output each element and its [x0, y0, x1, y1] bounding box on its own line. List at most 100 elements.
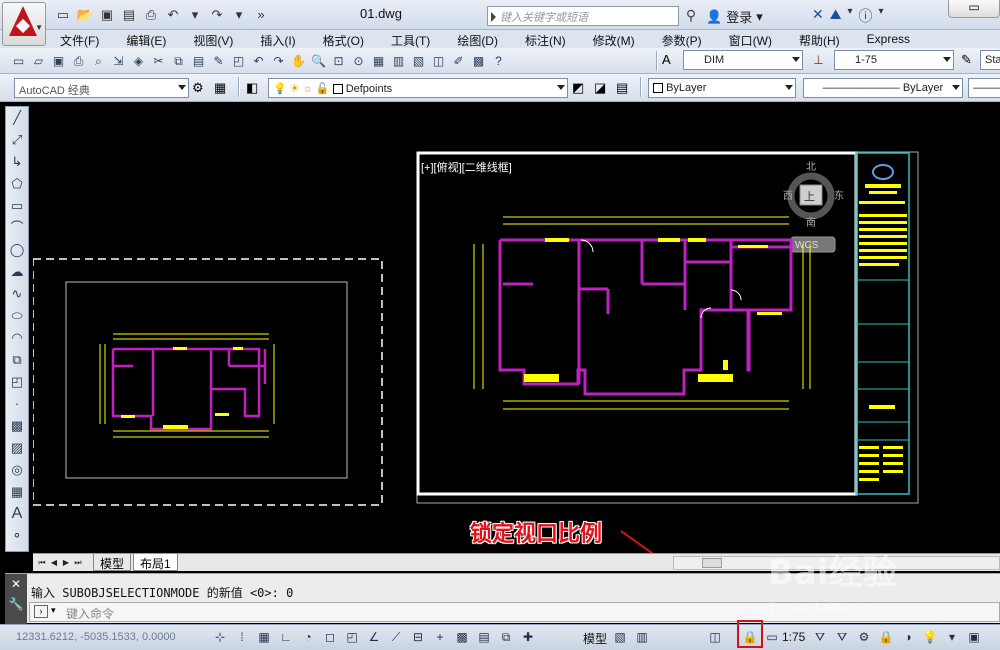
design-center-icon[interactable]: ▥ [390, 52, 407, 69]
first-tab-icon[interactable]: ⏮ [36, 556, 48, 569]
help-icon[interactable]: ⓘ [859, 6, 873, 26]
undo-dropdown-icon[interactable]: ▾ [186, 6, 204, 23]
redo-icon[interactable]: ↷ [208, 6, 226, 23]
menu-draw[interactable]: 绘图(D) [457, 30, 498, 48]
insert-block-icon[interactable]: ⧉ [6, 349, 28, 371]
next-tab-icon[interactable]: ▶ [60, 556, 72, 569]
exchange-icon[interactable]: ✕ [812, 6, 824, 26]
viewcube-north-label[interactable]: 北 [806, 161, 816, 173]
menu-express[interactable]: Express [867, 30, 910, 48]
tab-layout1[interactable]: 布局1 [133, 554, 178, 571]
save-icon[interactable]: ▣ [98, 6, 116, 23]
status-menu-icon[interactable]: ▾ [942, 627, 962, 647]
multiline-text-icon[interactable]: A [6, 503, 28, 525]
save-as-icon[interactable]: ▤ [120, 6, 138, 23]
isolate-objects-icon[interactable]: 💡 [920, 627, 940, 647]
window-restore-button[interactable]: ▭ [948, 0, 1000, 18]
drawing-canvas[interactable]: [+][俯视][二维线框] 上 北 南 东 西 WCS [32, 104, 1000, 620]
workspace-select[interactable]: AutoCAD 经典 [14, 78, 189, 98]
new-icon[interactable]: ▭ [10, 52, 27, 69]
viewcube-south-label[interactable]: 南 [806, 216, 816, 229]
point-icon[interactable]: · [6, 393, 28, 415]
coordinates-readout[interactable]: 12331.6212, -5035.1533, 0.0000 [16, 631, 176, 643]
markup-icon[interactable]: ✐ [450, 52, 467, 69]
ellipse-icon[interactable]: ⬭ [6, 305, 28, 327]
dimstyle-select[interactable]: DIM [683, 50, 803, 70]
revision-cloud-icon[interactable]: ☁ [6, 261, 28, 283]
3d-dwf-icon[interactable]: ◈ [130, 52, 147, 69]
gear-icon[interactable]: ⚙ [192, 80, 204, 96]
construction-line-icon[interactable]: ⤢ [6, 129, 28, 151]
close-icon[interactable]: ✕ [5, 574, 27, 594]
snap-mode-icon[interactable]: ⁞ [232, 627, 252, 647]
new-file-icon[interactable]: ▭ [54, 6, 72, 23]
circle-icon[interactable]: ◯ [6, 239, 28, 261]
annotation-monitor-icon[interactable]: ✚ [518, 627, 538, 647]
lineweight-select[interactable]: ——— [968, 78, 1000, 98]
zoom-previous-icon[interactable]: ⊙ [350, 52, 367, 69]
menu-view[interactable]: 视图(V) [193, 30, 233, 48]
quick-view-layouts-icon[interactable]: ▧ [610, 627, 630, 647]
viewcube-top-label[interactable]: 上 [804, 190, 815, 203]
annotation-visibility-icon[interactable]: ⛛ [810, 627, 830, 647]
make-current-icon[interactable]: ◩ [572, 80, 584, 96]
chevron-down-icon[interactable]: ▾ [848, 6, 853, 26]
add-selected-icon[interactable]: ⚬ [6, 525, 28, 547]
viewport-scale-icon[interactable]: ▭ [762, 627, 782, 647]
arc-icon[interactable]: ⌒ [6, 217, 28, 239]
command-prompt-icon[interactable]: › [34, 605, 48, 618]
zoom-realtime-icon[interactable]: 🔍 [310, 52, 327, 69]
tool-palettes-icon[interactable]: ▧ [410, 52, 427, 69]
menu-format[interactable]: 格式(O) [323, 30, 364, 48]
application-menu-button[interactable]: ▼ [2, 2, 46, 46]
hatch-icon[interactable]: ▩ [6, 415, 28, 437]
menu-parametric[interactable]: 参数(P) [662, 30, 702, 48]
text-style-icon[interactable]: ✎ [961, 52, 972, 68]
menu-help[interactable]: 帮助(H) [799, 30, 840, 48]
lineweight-icon[interactable]: + [430, 627, 450, 647]
print-icon[interactable]: ⎙ [70, 52, 87, 69]
customize-icon[interactable]: 🔧 [5, 594, 27, 614]
object-snap-icon[interactable]: ◻ [320, 627, 340, 647]
object-snap-tracking-icon[interactable]: ∠ [364, 627, 384, 647]
quickcalc-icon[interactable]: ▩ [470, 52, 487, 69]
viewport-scale-value[interactable]: 1:75 [782, 630, 805, 644]
viewcube-east-label[interactable]: 东 [834, 189, 844, 202]
auto-scale-icon[interactable]: ⛛ [832, 627, 852, 647]
toolbar-lock-icon[interactable]: 🔒 [876, 627, 896, 647]
properties-icon[interactable]: ▦ [370, 52, 387, 69]
ucs-menu-label[interactable]: WCS [795, 240, 819, 251]
menu-tools[interactable]: 工具(T) [391, 30, 430, 48]
3d-object-snap-icon[interactable]: ◰ [342, 627, 362, 647]
gradient-icon[interactable]: ▨ [6, 437, 28, 459]
line-icon[interactable]: ╱ [6, 107, 28, 129]
scale-select[interactable]: 1-75 [834, 50, 954, 70]
polyline-icon[interactable]: ↳ [6, 151, 28, 173]
grid-display-icon[interactable]: ▦ [254, 627, 274, 647]
redo-icon[interactable]: ↷ [270, 52, 287, 69]
clean-screen-icon[interactable]: ▣ [964, 627, 984, 647]
menu-window[interactable]: 窗口(W) [729, 30, 772, 48]
ortho-mode-icon[interactable]: ∟ [276, 627, 296, 647]
save-icon[interactable]: ▣ [50, 52, 67, 69]
transparency-icon[interactable]: ▩ [452, 627, 472, 647]
pan-icon[interactable]: ✋ [290, 52, 307, 69]
menu-insert[interactable]: 插入(I) [260, 30, 295, 48]
spline-icon[interactable]: ∿ [6, 283, 28, 305]
prev-tab-icon[interactable]: ◀ [48, 556, 60, 569]
workspace-settings-icon[interactable]: ▦ [214, 80, 226, 96]
rectangle-icon[interactable]: ▭ [6, 195, 28, 217]
quick-properties-icon[interactable]: ▤ [474, 627, 494, 647]
polygon-icon[interactable]: ⬠ [6, 173, 28, 195]
linetype-select[interactable]: ——————— ByLayer [803, 78, 963, 98]
layer-state-icon[interactable]: ▤ [616, 80, 628, 96]
last-tab-icon[interactable]: ⏭ [72, 556, 84, 569]
publish-icon[interactable]: ⇲ [110, 52, 127, 69]
color-select[interactable]: ByLayer [648, 78, 796, 98]
help-icon[interactable]: ? [490, 52, 507, 69]
autodesk-360-icon[interactable]: ⛰ [830, 6, 842, 26]
paste-icon[interactable]: ▤ [190, 52, 207, 69]
print-icon[interactable]: ⎙ [142, 6, 160, 23]
layer-select[interactable]: 💡 ☀ ☼ 🔓 Defpoints [268, 78, 568, 98]
table-icon[interactable]: ▦ [6, 481, 28, 503]
